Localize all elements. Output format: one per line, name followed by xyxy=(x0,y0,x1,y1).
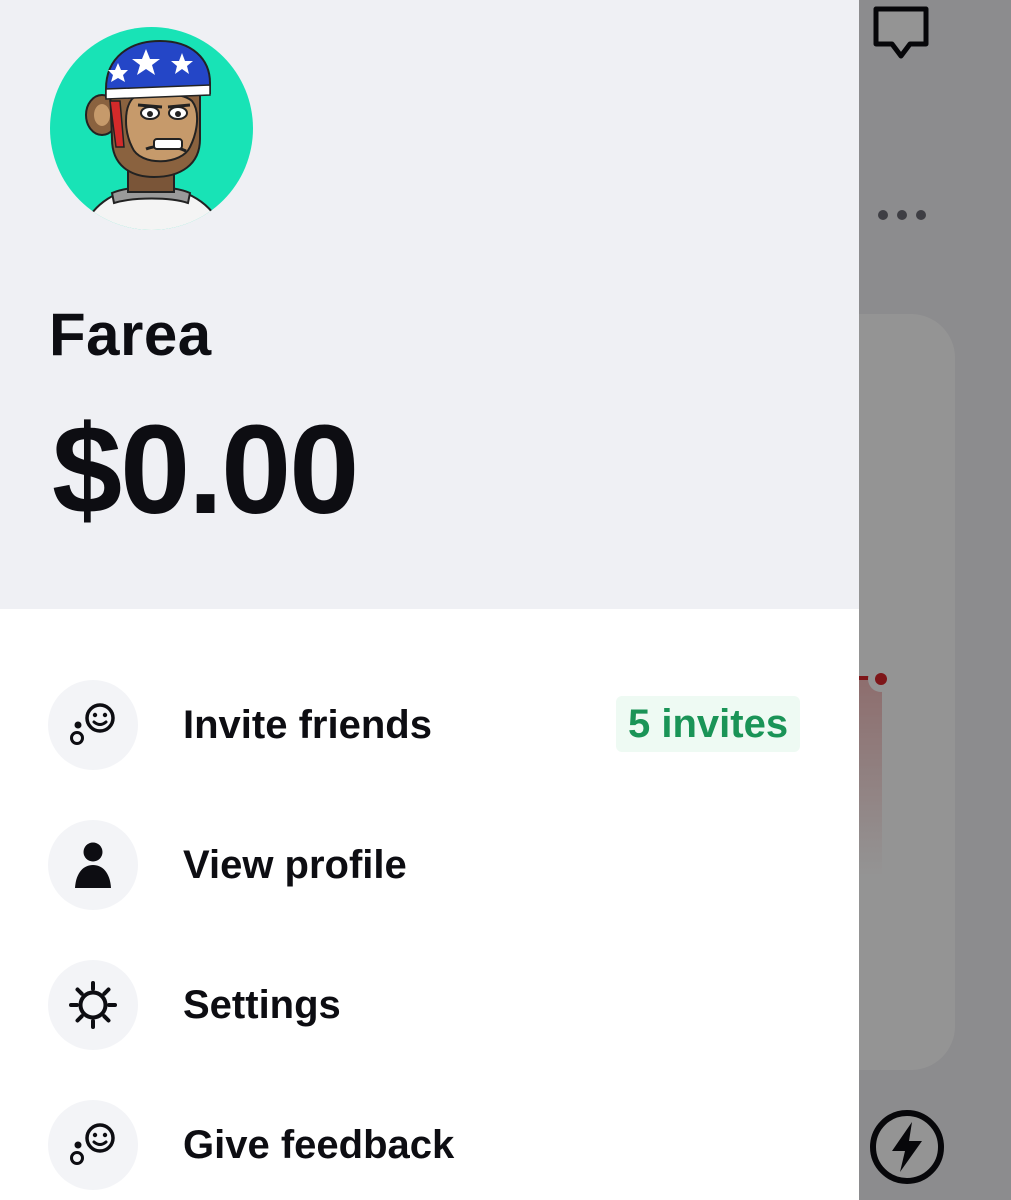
menu-item-invite-friends[interactable]: Invite friends 5 invites xyxy=(0,680,859,772)
invite-friends-icon xyxy=(70,703,115,745)
gear-icon xyxy=(69,981,117,1029)
menu-icon-container xyxy=(48,960,138,1050)
menu-label-invite-friends: Invite friends xyxy=(183,703,432,747)
menu-item-settings[interactable]: Settings xyxy=(0,960,859,1052)
drawer-header: Farea $0.00 xyxy=(0,0,859,609)
user-name: Farea xyxy=(49,301,212,368)
menu-label-give-feedback: Give feedback xyxy=(183,1123,455,1167)
menu-label-settings: Settings xyxy=(183,983,341,1027)
account-balance: $0.00 xyxy=(52,399,359,540)
ape-avatar-image xyxy=(81,39,224,230)
menu-icon-container xyxy=(48,820,138,910)
avatar[interactable] xyxy=(50,27,253,230)
menu-label-view-profile: View profile xyxy=(183,843,407,887)
side-drawer: Farea $0.00 Invite friends 5 invites Vie… xyxy=(0,0,859,1200)
feedback-icon xyxy=(70,1123,115,1165)
menu-icon-container xyxy=(48,1100,138,1190)
menu-item-give-feedback[interactable]: Give feedback xyxy=(0,1100,859,1192)
invites-count-badge: 5 invites xyxy=(616,696,801,752)
menu-icon-container xyxy=(48,680,138,770)
menu-item-view-profile[interactable]: View profile xyxy=(0,820,859,912)
person-icon xyxy=(75,842,111,888)
